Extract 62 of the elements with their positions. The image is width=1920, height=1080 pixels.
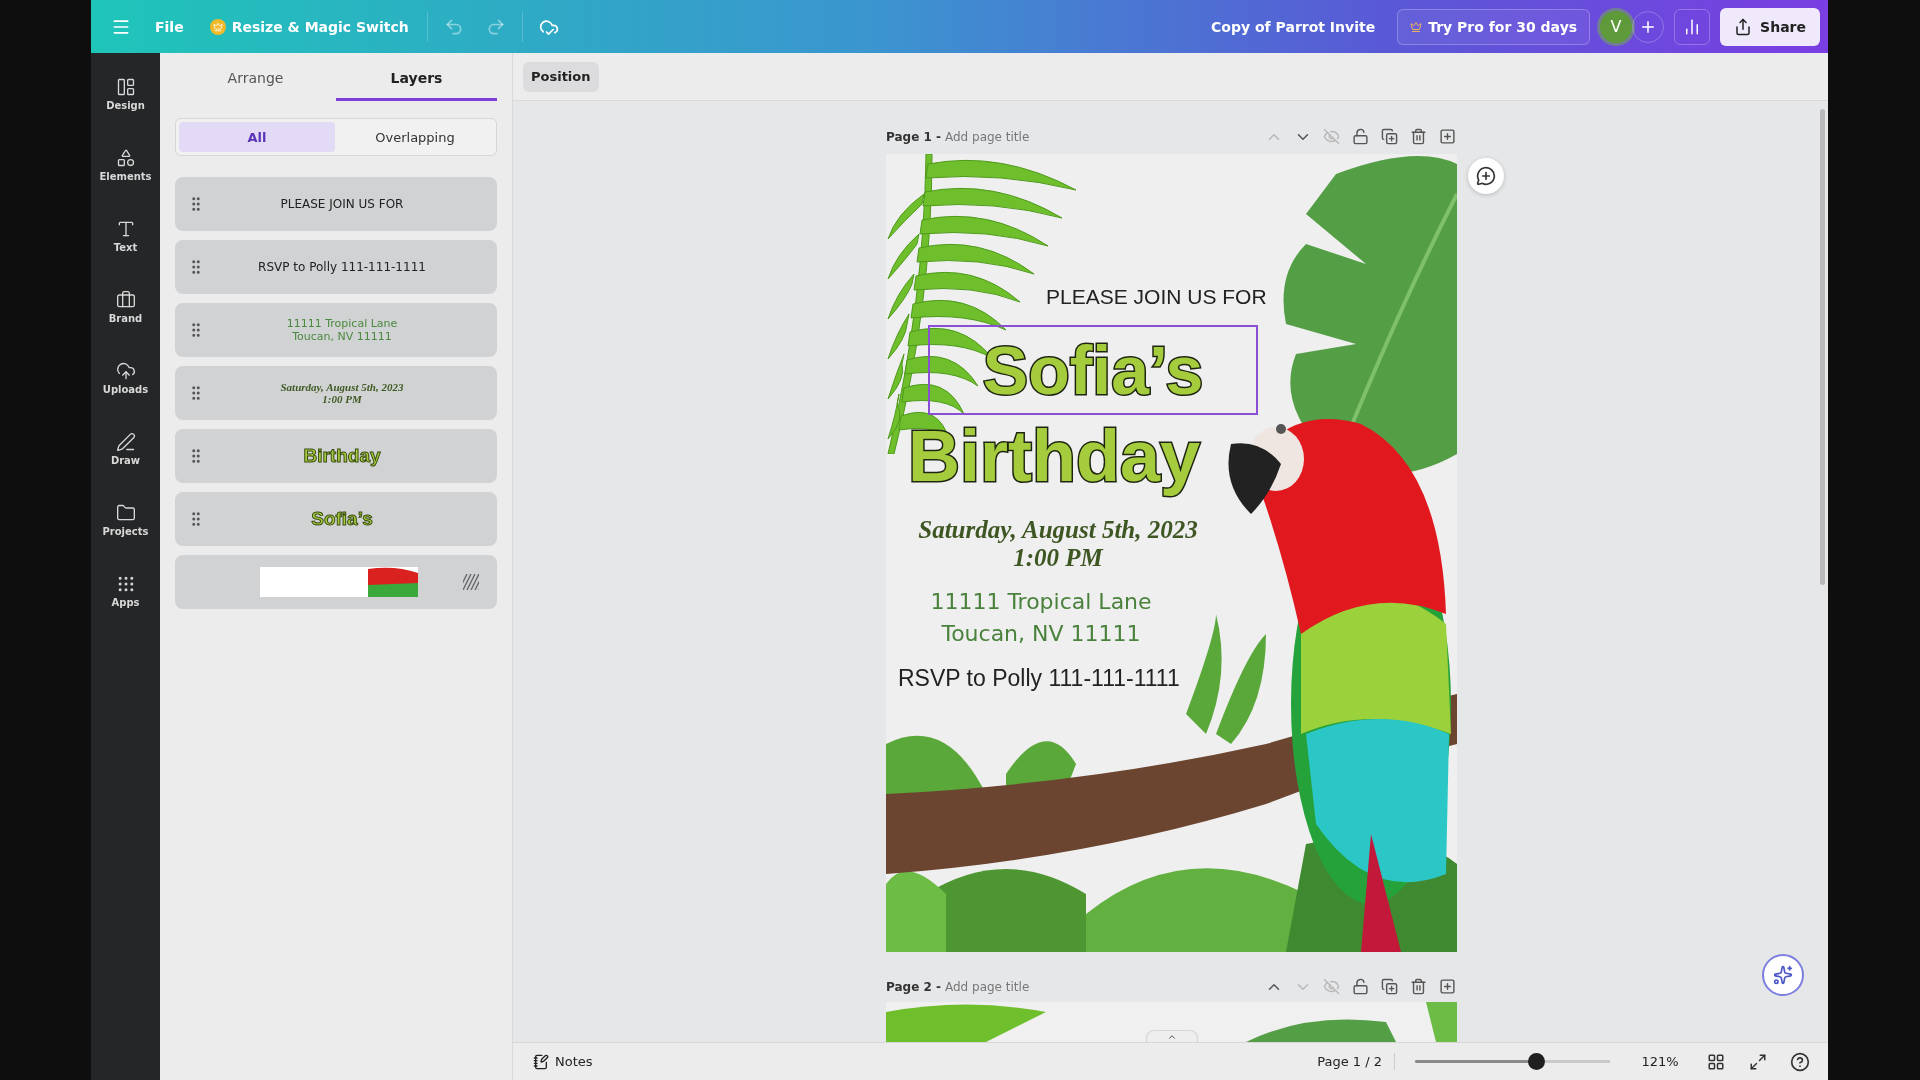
unlock-icon[interactable] (1352, 977, 1370, 996)
position-button[interactable]: Position (523, 61, 599, 92)
share-button[interactable]: Share (1720, 7, 1820, 46)
page-title-field[interactable]: Add page title (945, 979, 1030, 994)
layer-label: RSVP to Polly 111-111-1111 (258, 260, 426, 274)
trash-icon[interactable] (1410, 977, 1428, 996)
pen-icon (115, 431, 136, 452)
scrollbar[interactable] (1820, 109, 1825, 585)
rail-item[interactable]: Design (93, 61, 158, 126)
page-count-button[interactable]: Page 1 / 2 (1311, 1053, 1395, 1070)
panel-tab[interactable]: Arrange (175, 57, 336, 101)
layer-label: 11111 Tropical Lane Toucan, NV 11111 (286, 317, 398, 343)
design-icon (115, 76, 136, 97)
layer-item[interactable]: RSVP to Polly 111-111-1111 (175, 240, 497, 294)
rail-item[interactable]: Projects (93, 487, 158, 552)
rail-item[interactable]: Apps (93, 558, 158, 623)
layer-item[interactable] (175, 555, 497, 609)
rail-item[interactable]: Uploads (93, 345, 158, 410)
duplicate-icon[interactable] (1381, 127, 1399, 146)
magic-assistant-button[interactable] (1762, 954, 1804, 996)
notes-icon (533, 1053, 549, 1070)
page-title-field[interactable]: Add page title (945, 129, 1030, 144)
page-label: Page 2 - (886, 979, 941, 994)
cloud-upload-icon (115, 360, 136, 381)
add-page-icon[interactable] (1439, 127, 1457, 146)
sparkle-icon (1773, 965, 1793, 985)
document-title[interactable]: Copy of Parrot Invite (1203, 12, 1384, 41)
chart-icon[interactable] (1674, 8, 1711, 45)
briefcase-icon (115, 289, 136, 310)
date-text: Saturday, August 5th, 2023 1:00 PM (917, 516, 1199, 572)
layer-label: Sofia’s (311, 508, 373, 530)
unlock-icon[interactable] (1352, 127, 1370, 146)
layer-label: Saturday, August 5th, 2023 1:00 PM (280, 381, 404, 405)
rail-item[interactable]: Text (93, 203, 158, 268)
folder-icon (115, 502, 136, 523)
filter-option[interactable]: All (179, 122, 335, 152)
add-comment-button[interactable] (1468, 158, 1504, 194)
rail-item[interactable]: Draw (93, 416, 158, 481)
invite-text: PLEASE JOIN US FOR (1046, 285, 1267, 309)
panel-tab[interactable]: Layers (336, 57, 497, 101)
layer-item[interactable]: Saturday, August 5th, 2023 1:00 PM (175, 366, 497, 420)
rail-item[interactable]: Brand (93, 274, 158, 339)
shapes-icon (115, 147, 136, 168)
layer-label: PLEASE JOIN US FOR (280, 197, 404, 211)
rsvp-text: RSVP to Polly 111-111-1111 (898, 665, 1180, 692)
comment-add-icon (1476, 166, 1496, 186)
filter-option[interactable]: Overlapping (337, 122, 493, 152)
crown-icon (209, 18, 226, 35)
add-page-icon[interactable] (1439, 977, 1457, 996)
transparency-icon[interactable] (463, 574, 479, 590)
notes-button[interactable]: Notes (527, 1052, 599, 1071)
address-text: 11111 Tropical Lane Toucan, NV 11111 (929, 588, 1153, 648)
try-pro-button[interactable]: Try Pro for 30 days (1397, 8, 1591, 45)
share-icon (1734, 17, 1753, 36)
rail-item[interactable]: Elements (93, 132, 158, 197)
layer-item[interactable]: PLEASE JOIN US FOR (175, 177, 497, 231)
duplicate-icon[interactable] (1381, 977, 1399, 996)
crown-icon (1410, 20, 1423, 33)
trash-icon[interactable] (1410, 127, 1428, 146)
layer-label: Birthday (303, 445, 381, 467)
zoom-level[interactable]: 121% (1630, 1053, 1690, 1070)
page-label: Page 1 - (886, 129, 941, 144)
